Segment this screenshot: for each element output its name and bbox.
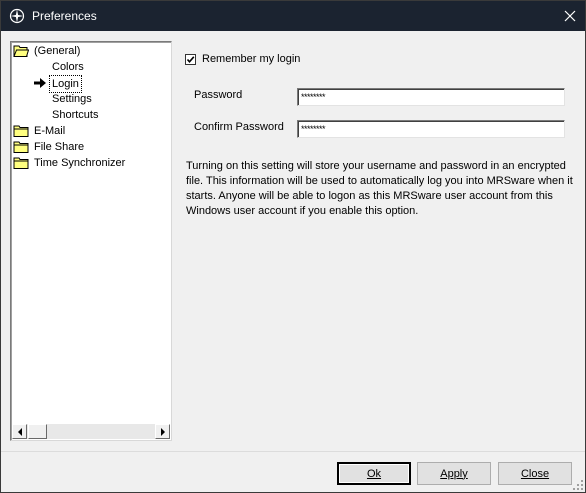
window-title: Preferences	[32, 9, 97, 23]
scroll-right-icon	[160, 427, 165, 436]
confirm-password-label: Confirm Password	[194, 121, 284, 133]
apply-button[interactable]: Apply	[417, 462, 491, 485]
tree-item-shortcuts[interactable]: Shortcuts	[52, 107, 98, 123]
tree-item-label: E-Mail	[34, 125, 66, 137]
remember-login-label[interactable]: Remember my login	[202, 53, 300, 65]
tree-item-colors[interactable]: Colors	[52, 59, 84, 75]
ok-button[interactable]: Ok	[337, 462, 411, 485]
title-bar[interactable]: Preferences	[1, 1, 585, 31]
compass-app-icon	[9, 8, 25, 24]
close-icon	[564, 10, 576, 22]
folder-icon	[13, 157, 29, 169]
tree-item-label: Settings	[52, 93, 92, 105]
tree-item-label: Colors	[52, 61, 84, 73]
window-close-button[interactable]	[555, 1, 585, 31]
folder-icon	[13, 141, 29, 153]
close-button[interactable]: Close	[498, 462, 572, 485]
remember-login-checkbox[interactable]	[185, 54, 196, 65]
scroll-left-icon	[17, 427, 22, 436]
password-label: Password	[194, 89, 243, 101]
scroll-thumb[interactable]	[28, 424, 47, 439]
resize-grip-icon[interactable]	[573, 480, 583, 490]
footer-divider	[1, 451, 585, 452]
tree-item-label: Shortcuts	[52, 109, 99, 121]
tree-item-settings[interactable]: Settings	[52, 91, 92, 107]
arrow-right-icon	[34, 78, 46, 88]
login-description: Turning on this setting will store your …	[186, 160, 573, 217]
tree-item-label: Time Synchronizer	[34, 157, 126, 169]
tree-horizontal-scrollbar[interactable]	[12, 424, 170, 439]
tree-item-label: File Share	[34, 141, 85, 153]
folder-icon	[13, 125, 29, 137]
preferences-window: Preferences (General) Colors Login Setti…	[0, 0, 586, 493]
preferences-tree[interactable]: (General) Colors Login Settings Shortcut…	[10, 41, 172, 441]
confirm-password-field[interactable]: ********	[297, 120, 565, 138]
checkmark-icon	[186, 56, 195, 64]
password-field[interactable]: ********	[297, 88, 565, 106]
tree-item-label: (General)	[34, 45, 81, 57]
scroll-right-button[interactable]	[155, 424, 170, 439]
folder-open-icon	[13, 45, 29, 57]
scroll-left-button[interactable]	[12, 424, 27, 439]
